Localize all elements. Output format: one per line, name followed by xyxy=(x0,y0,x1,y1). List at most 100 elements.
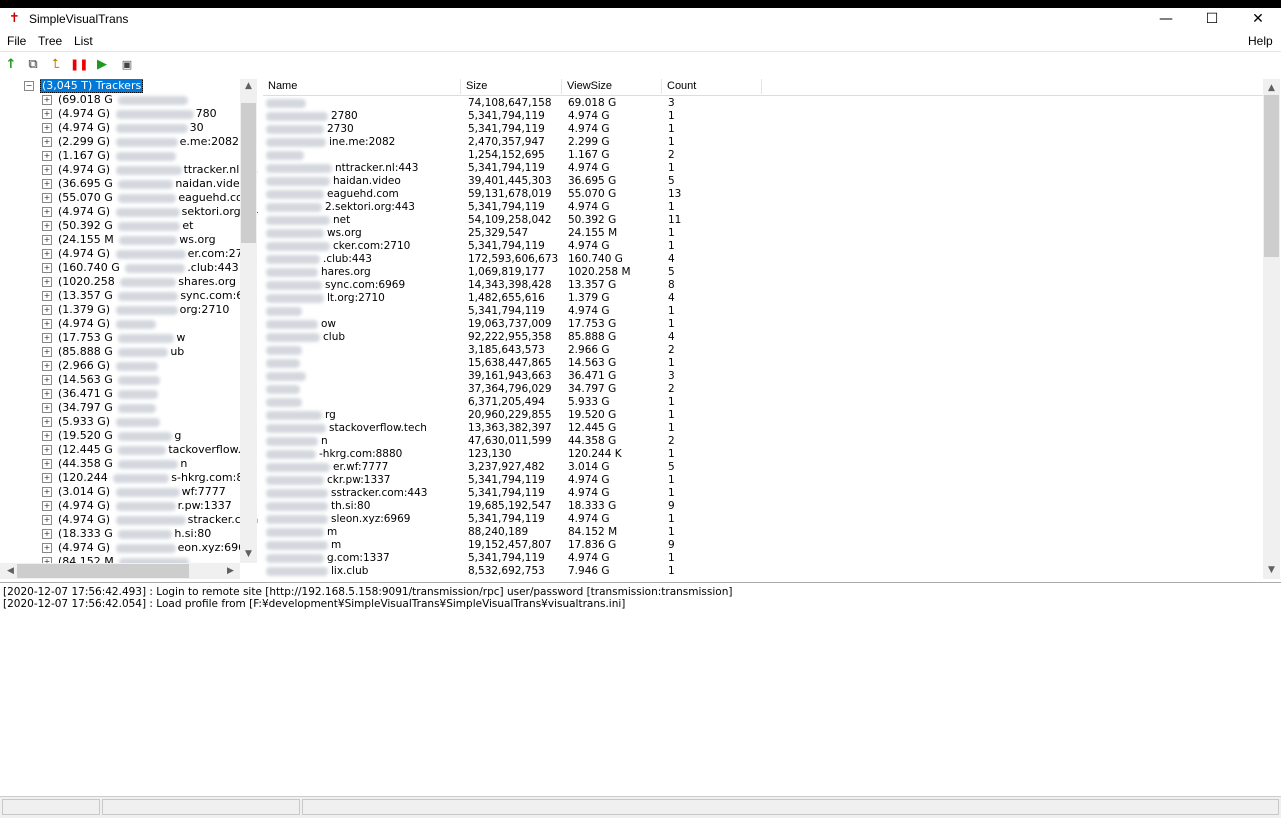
expand-icon[interactable]: + xyxy=(42,109,52,119)
expand-icon[interactable]: + xyxy=(42,277,52,287)
list-row[interactable]: .club:443 172,593,606,673 160.740 G 4 xyxy=(263,253,1263,266)
expand-icon[interactable]: + xyxy=(42,529,52,539)
list-scroll-thumb[interactable] xyxy=(1264,95,1279,257)
minimize-button[interactable]: — xyxy=(1143,8,1189,32)
tree-scroll-thumb[interactable] xyxy=(241,103,256,243)
scroll-right-arrow-icon[interactable]: ▶ xyxy=(222,566,239,576)
expand-icon[interactable]: + xyxy=(42,417,52,427)
column-header-size[interactable]: Size xyxy=(461,79,562,94)
list-row[interactable]: nttracker.nl:443 5,341,794,119 4.974 G 1 xyxy=(263,162,1263,175)
expand-icon[interactable]: + xyxy=(42,361,52,371)
menu-list[interactable]: List xyxy=(74,34,93,48)
list-row[interactable]: rg 20,960,229,855 19.520 G 1 xyxy=(263,409,1263,422)
list-row[interactable]: 6,371,205,494 5.933 G 1 xyxy=(263,396,1263,409)
list-row[interactable]: -hkrg.com:8880 123,130 120.244 K 1 xyxy=(263,448,1263,461)
expand-icon[interactable]: + xyxy=(42,445,52,455)
tree-item[interactable]: + (13.357 G sync.com:6969 xyxy=(42,289,258,303)
expand-icon[interactable]: + xyxy=(42,221,52,231)
log-panel[interactable]: [2020-12-07 17:56:42.493] : Login to rem… xyxy=(0,582,1281,795)
scroll-down-arrow-icon[interactable]: ▼ xyxy=(240,549,257,559)
maximize-button[interactable]: ☐ xyxy=(1189,8,1235,32)
expand-icon[interactable]: + xyxy=(42,487,52,497)
tree-item[interactable]: + (36.471 G xyxy=(42,387,160,401)
tree-item[interactable]: + (34.797 G xyxy=(42,401,158,415)
play-icon[interactable]: ▶ xyxy=(93,56,111,74)
list-row[interactable]: th.si:80 19,685,192,547 18.333 G 9 xyxy=(263,500,1263,513)
expand-icon[interactable]: + xyxy=(42,305,52,315)
list-row[interactable]: sstracker.com:443 5,341,794,119 4.974 G 1 xyxy=(263,487,1263,500)
expand-icon[interactable]: + xyxy=(42,347,52,357)
list-row[interactable]: m 88,240,189 84.152 M 1 xyxy=(263,526,1263,539)
parent-folder-icon[interactable]: ⮤ xyxy=(47,56,65,74)
up-arrow-icon[interactable]: ↑ xyxy=(2,56,20,74)
expand-icon[interactable]: + xyxy=(42,501,52,511)
collapse-icon[interactable]: − xyxy=(24,81,34,91)
list-row[interactable]: hares.org 1,069,819,177 1020.258 M 5 xyxy=(263,266,1263,279)
tree-item[interactable]: + (4.974 G) r.pw:1337 xyxy=(42,499,232,513)
list-row[interactable]: eaguehd.com 59,131,678,019 55.070 G 13 xyxy=(263,188,1263,201)
tree-item[interactable]: + (1.167 G) xyxy=(42,149,178,163)
tree-item[interactable]: + (4.974 G) 30 xyxy=(42,121,204,135)
expand-icon[interactable]: + xyxy=(42,319,52,329)
list-row[interactable]: ws.org 25,329,547 24.155 M 1 xyxy=(263,227,1263,240)
list-row[interactable]: sleon.xyz:6969 5,341,794,119 4.974 G 1 xyxy=(263,513,1263,526)
list-row[interactable]: m 19,152,457,807 17.836 G 9 xyxy=(263,539,1263,552)
expand-icon[interactable]: + xyxy=(42,515,52,525)
expand-icon[interactable]: + xyxy=(42,375,52,385)
scroll-up-arrow-icon[interactable]: ▲ xyxy=(240,81,257,91)
copy-icon[interactable]: ⧉ xyxy=(24,56,42,74)
tree-item[interactable]: + (19.520 G g xyxy=(42,429,181,443)
pause-icon[interactable]: ❚❚ xyxy=(70,56,88,74)
column-header-viewsize[interactable]: ViewSize xyxy=(562,79,662,94)
menu-help[interactable]: Help xyxy=(1248,34,1273,48)
list-row[interactable]: 15,638,447,865 14.563 G 1 xyxy=(263,357,1263,370)
tree-item[interactable]: + (50.392 G et xyxy=(42,219,193,233)
tree-item[interactable]: + (17.753 G w xyxy=(42,331,185,345)
expand-icon[interactable]: + xyxy=(42,151,52,161)
tracker-list[interactable]: Name Size ViewSize Count 74,108,647,158 6… xyxy=(263,79,1281,579)
tree-horizontal-scrollbar[interactable]: ◀ ▶ xyxy=(0,563,240,579)
tree-root-label[interactable]: (3,045 T) Trackers xyxy=(40,79,144,93)
expand-icon[interactable]: + xyxy=(42,179,52,189)
tree-item[interactable]: + (1020.258 shares.org xyxy=(42,275,236,289)
tracker-tree[interactable]: − (3,045 T) Trackers + (69.018 G + (4.974 G… xyxy=(0,79,258,579)
list-row[interactable]: 2730 5,341,794,119 4.974 G 1 xyxy=(263,123,1263,136)
column-header-name[interactable]: Name xyxy=(263,79,461,94)
tree-item[interactable]: + (44.358 G n xyxy=(42,457,187,471)
list-row[interactable]: sync.com:6969 14,343,398,428 13.357 G 8 xyxy=(263,279,1263,292)
list-row[interactable]: club 92,222,955,358 85.888 G 4 xyxy=(263,331,1263,344)
tree-item[interactable]: + (2.299 G) e.me:2082 xyxy=(42,135,239,149)
tree-item[interactable]: + (24.155 M ws.org xyxy=(42,233,216,247)
expand-icon[interactable]: + xyxy=(42,137,52,147)
tree-item[interactable]: +(4.974 G) stracker.com:4 xyxy=(42,513,258,527)
menu-tree[interactable]: Tree xyxy=(38,34,62,48)
tree-item[interactable]: + (4.974 G) xyxy=(42,317,158,331)
tree-root[interactable]: − (3,045 T) Trackers xyxy=(24,79,144,93)
list-row[interactable]: 39,161,943,663 36.471 G 3 xyxy=(263,370,1263,383)
tree-item[interactable]: + (5.933 G) xyxy=(42,415,162,429)
list-vertical-scrollbar[interactable]: ▲ ▼ xyxy=(1263,79,1280,579)
tree-item[interactable]: + (3.014 G) wf:7777 xyxy=(42,485,226,499)
expand-icon[interactable]: + xyxy=(42,333,52,343)
list-row[interactable]: haidan.video 39,401,445,303 36.695 G 5 xyxy=(263,175,1263,188)
expand-icon[interactable]: + xyxy=(42,473,52,483)
close-button[interactable]: ✕ xyxy=(1235,8,1281,32)
list-row[interactable]: net 54,109,258,042 50.392 G 11 xyxy=(263,214,1263,227)
expand-icon[interactable]: + xyxy=(42,95,52,105)
list-scroll-down-arrow-icon[interactable]: ▼ xyxy=(1263,565,1280,575)
tree-item[interactable]: + (4.974 G) sektori.org:443 xyxy=(42,205,258,219)
list-scroll-up-arrow-icon[interactable]: ▲ xyxy=(1263,83,1280,93)
tree-item[interactable]: + (4.974 G) eon.xyz:6969 xyxy=(42,541,252,555)
list-row[interactable]: cker.com:2710 5,341,794,119 4.974 G 1 xyxy=(263,240,1263,253)
list-row[interactable]: n 47,630,011,599 44.358 G 2 xyxy=(263,435,1263,448)
expand-icon[interactable]: + xyxy=(42,403,52,413)
expand-icon[interactable]: + xyxy=(42,193,52,203)
expand-icon[interactable]: + xyxy=(42,263,52,273)
list-row[interactable]: stackoverflow.tech 13,363,382,397 12.445 G… xyxy=(263,422,1263,435)
tree-item[interactable]: + (2.966 G) xyxy=(42,359,160,373)
tree-item[interactable]: + (69.018 G xyxy=(42,93,190,107)
tree-item[interactable]: + (4.974 G) er.com:2710 xyxy=(42,247,257,261)
tree-item[interactable]: + (120.244 s-hkrg.com:88 xyxy=(42,471,250,485)
image-icon[interactable]: ▣ xyxy=(118,56,136,74)
expand-icon[interactable]: + xyxy=(42,543,52,553)
